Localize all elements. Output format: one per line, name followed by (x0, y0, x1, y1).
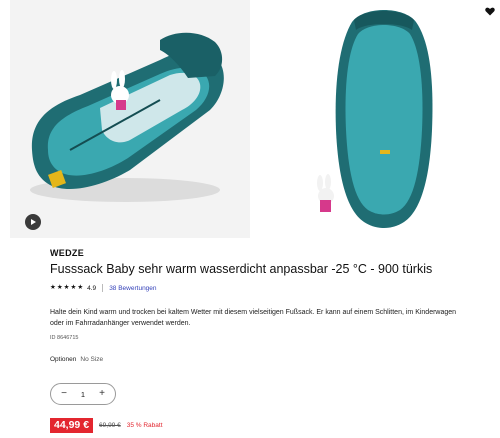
reviews-link[interactable]: 38 Bewertungen (109, 285, 156, 292)
current-price: 44,99 € (50, 418, 94, 433)
product-id: ID 8646715 (50, 335, 79, 341)
rating-divider (102, 284, 104, 292)
star-icon: ★ (70, 283, 77, 291)
quantity-increase-button[interactable]: + (97, 389, 107, 399)
star-icon: ★ (50, 283, 56, 291)
options-label: Optionen (50, 356, 77, 363)
quantity-value[interactable]: 1 (81, 390, 85, 399)
options-row: Optionen No Size (50, 356, 103, 363)
product-image-open[interactable] (10, 0, 250, 238)
old-price: 69,99 € (99, 422, 121, 429)
rating-row: ★ ★ ★ ★ ★ 4.9 38 Bewertungen (50, 283, 157, 293)
options-value[interactable]: No Size (80, 356, 103, 363)
footmuff-closed-illustration (254, 0, 494, 238)
product-title: Fusssack Baby sehr warm wasserdicht anpa… (50, 262, 433, 276)
star-icon: ★ (77, 283, 84, 291)
star-icon: ★ (63, 283, 70, 291)
rating-value: 4.9 (87, 284, 97, 292)
price-row: 44,99 € 69,99 € 35 % Rabatt (50, 418, 163, 433)
footmuff-open-illustration (10, 0, 250, 238)
heart-icon (485, 7, 495, 15)
play-video-button[interactable] (25, 214, 41, 230)
product-image-closed[interactable] (254, 0, 494, 238)
rating-stars: ★ ★ ★ ★ ★ (50, 283, 84, 292)
product-description: Halte dein Kind warm und trocken bei kal… (50, 309, 457, 327)
play-icon (31, 219, 36, 225)
quantity-decrease-button[interactable]: − (59, 389, 69, 399)
product-brand[interactable]: WEDZE (50, 248, 84, 258)
star-icon: ★ (56, 283, 63, 291)
product-gallery (0, 0, 500, 238)
discount-label: 35 % Rabatt (126, 422, 163, 429)
quantity-stepper: − 1 + (50, 383, 116, 405)
favorite-button[interactable] (484, 5, 496, 17)
